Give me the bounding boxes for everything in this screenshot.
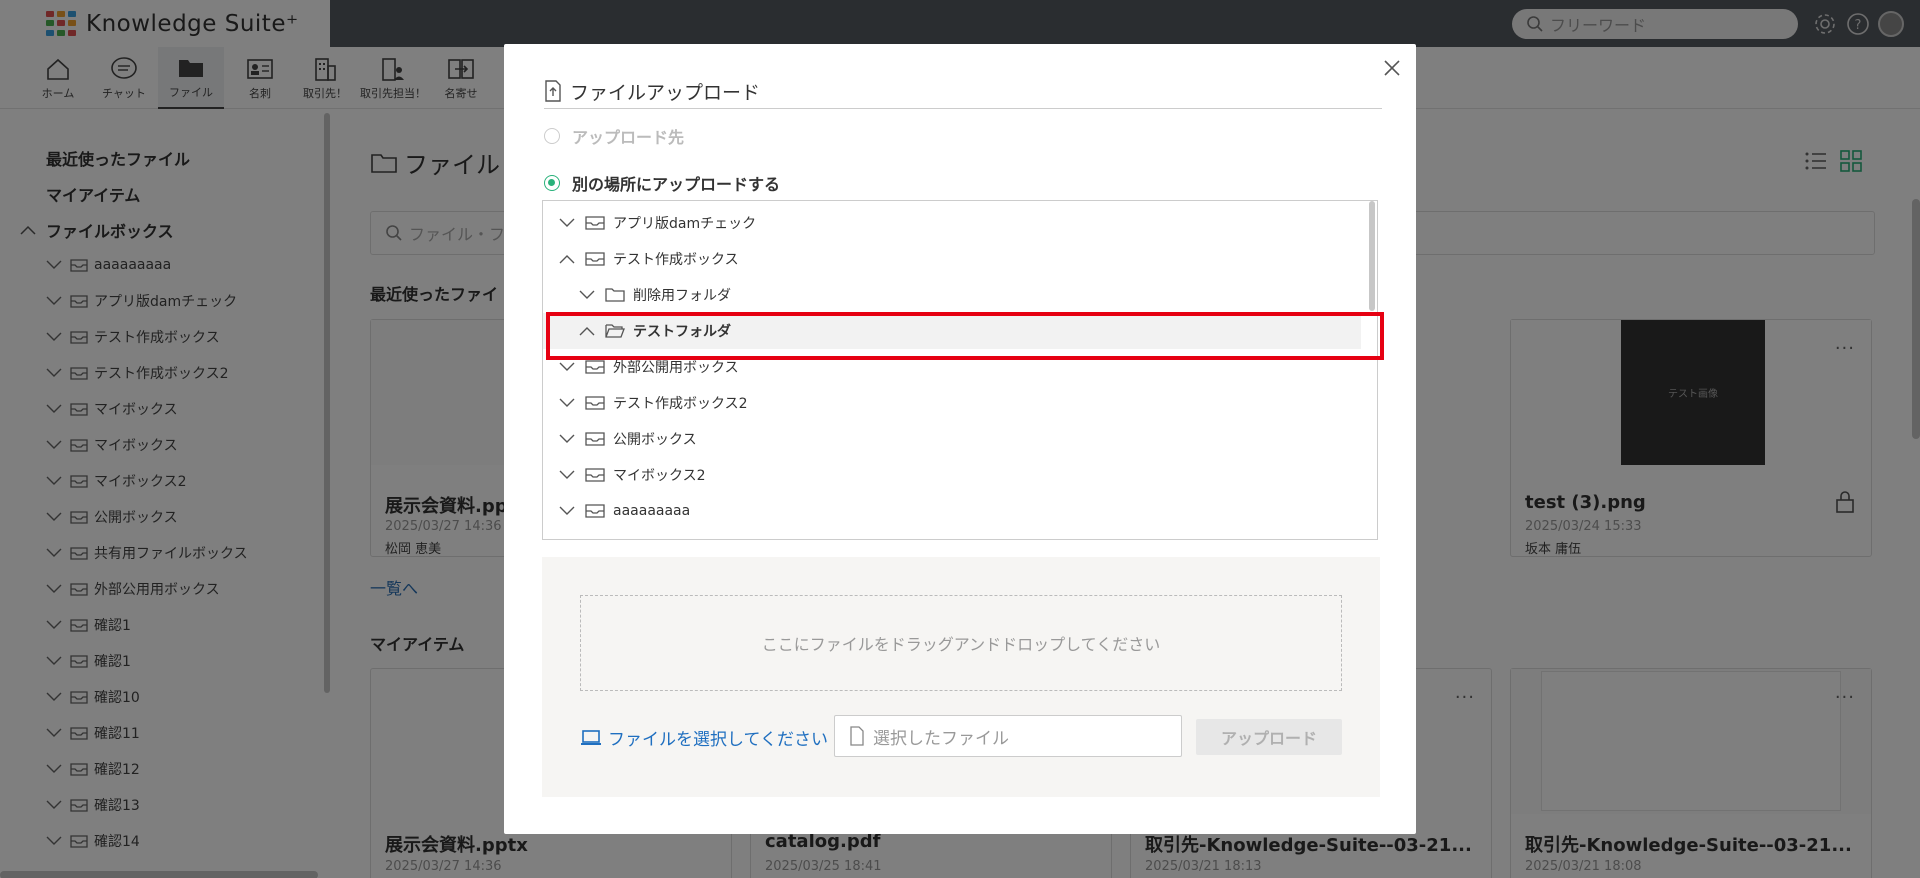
drop-zone-text: ここにファイルをドラッグアンドドロップしてください [761, 635, 1161, 654]
inbox-icon [585, 503, 605, 519]
inbox-icon [585, 215, 605, 231]
tree-row-label: 公開ボックス [613, 432, 697, 448]
select-file-label: ファイルを選択してください [608, 730, 828, 750]
modal-title-text: ファイルアップロード [570, 81, 761, 104]
tree-scrollbar[interactable] [1369, 201, 1375, 311]
selected-file-placeholder: 選択したファイル [873, 728, 1009, 749]
title-divider [544, 108, 1382, 109]
tree-row-label: アプリ版damチェック [613, 216, 757, 232]
chevron-up-icon[interactable] [559, 254, 575, 264]
chevron-down-icon[interactable] [559, 398, 575, 408]
file-icon [850, 726, 864, 746]
tree-row-label: 削除用フォルダ [633, 288, 731, 304]
tree-row[interactable]: 公開ボックス [543, 421, 1361, 457]
tree-row-label: 外部公開用ボックス [613, 360, 739, 376]
radio-button-selected[interactable] [544, 175, 560, 191]
close-button[interactable] [1378, 54, 1406, 82]
close-icon [1384, 60, 1400, 76]
radio-upload-other-label: 別の場所にアップロードする [572, 175, 781, 194]
highlight-box [546, 312, 1384, 360]
inbox-icon [585, 431, 605, 447]
upload-button[interactable]: アップロード [1196, 719, 1342, 755]
tree-row[interactable]: マイボックス2 [543, 457, 1361, 493]
inbox-icon [585, 359, 605, 375]
radio-button[interactable] [544, 128, 560, 144]
inbox-icon [585, 395, 605, 411]
select-file-link[interactable]: ファイルを選択してください [580, 725, 828, 750]
radio-upload-other[interactable]: 別の場所にアップロードする [544, 171, 780, 195]
inbox-icon [585, 251, 605, 267]
radio-upload-dest[interactable]: アップロード先 [544, 124, 684, 148]
chevron-down-icon[interactable] [559, 362, 575, 372]
modal-title: ファイルアップロード [544, 79, 1382, 104]
selected-file-field[interactable]: 選択したファイル [834, 715, 1182, 757]
upload-modal: ファイルアップロード アップロード先 別の場所にアップロードする アプリ版dam… [504, 44, 1416, 834]
chevron-down-icon[interactable] [579, 290, 595, 300]
inbox-icon [585, 467, 605, 483]
chevron-down-icon[interactable] [559, 470, 575, 480]
folder-icon [605, 287, 625, 303]
tree-row[interactable]: テスト作成ボックス2 [543, 385, 1361, 421]
folder-tree: アプリ版damチェック テスト作成ボックス 削除用フォルダ テストフォルダ 外部公開用ボ… [542, 200, 1378, 540]
chevron-down-icon[interactable] [559, 218, 575, 228]
tree-row[interactable]: 削除用フォルダ [543, 277, 1361, 313]
tree-row-label: マイボックス2 [613, 468, 706, 484]
laptop-icon [581, 729, 601, 745]
radio-upload-dest-label: アップロード先 [572, 128, 685, 147]
tree-row-label: aaaaaaaaa [613, 503, 691, 519]
tree-row[interactable]: aaaaaaaaa [543, 493, 1361, 529]
chevron-down-icon[interactable] [559, 506, 575, 516]
chevron-down-icon[interactable] [559, 434, 575, 444]
tree-row-label: テスト作成ボックス2 [613, 396, 748, 412]
drop-zone[interactable]: ここにファイルをドラッグアンドドロップしてください [580, 595, 1342, 691]
tree-row[interactable]: アプリ版damチェック [543, 205, 1361, 241]
upload-panel: ここにファイルをドラッグアンドドロップしてください ファイルを選択してください … [542, 557, 1380, 797]
upload-file-icon [545, 80, 561, 102]
tree-row-label: テスト作成ボックス [613, 252, 739, 268]
tree-row[interactable]: テスト作成ボックス [543, 241, 1361, 277]
